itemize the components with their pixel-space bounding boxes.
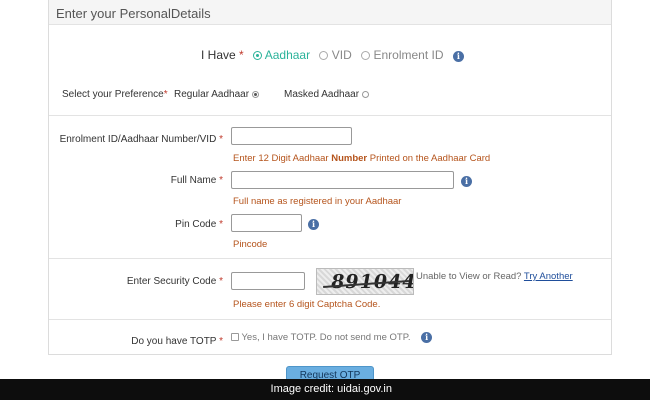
radio-masked-aadhaar[interactable] <box>361 90 369 98</box>
panel-title: Enter your PersonalDetails <box>56 6 211 21</box>
required-mark: * <box>163 89 168 100</box>
panel-header: Enter your PersonalDetails <box>49 0 611 25</box>
totp-checkbox[interactable] <box>231 333 239 342</box>
id-hint-bold: Number <box>331 153 368 164</box>
option-regular-aadhaar[interactable]: Regular Aadhaar <box>174 89 259 100</box>
totp-label: Do you have TOTP <box>131 336 217 347</box>
info-icon[interactable]: i <box>421 332 433 343</box>
option-vid-label[interactable]: VID <box>332 48 352 62</box>
pin-code-hint: Pincode <box>233 239 268 250</box>
option-masked-aadhaar[interactable]: Masked Aadhaar <box>284 89 369 100</box>
option-regular-aadhaar-label[interactable]: Regular Aadhaar <box>174 89 249 100</box>
full-name-label-row: Full Name * <box>49 175 223 186</box>
option-aadhaar-label[interactable]: Aadhaar <box>265 48 310 62</box>
totp-checkbox-label[interactable]: Yes, I have TOTP. Do not send me OTP. <box>241 332 410 343</box>
pin-code-input[interactable] <box>231 214 302 232</box>
required-mark: * <box>219 276 223 287</box>
id-field-hint: Enter 12 Digit Aadhaar Number Printed on… <box>233 153 490 164</box>
option-vid[interactable]: VID <box>319 48 355 62</box>
captcha-help: Unable to View or Read? Try Another <box>416 271 573 282</box>
required-mark: * <box>219 219 223 230</box>
security-code-hint: Please enter 6 digit Captcha Code. <box>233 299 381 310</box>
required-mark: * <box>219 175 223 186</box>
image-credit-bar: Image credit: uidai.gov.in <box>0 379 650 400</box>
captcha-image: 891044 <box>316 268 414 295</box>
divider <box>49 115 611 116</box>
id-hint-text: Enter 12 Digit Aadhaar <box>233 153 332 164</box>
radio-aadhaar[interactable] <box>253 51 263 61</box>
required-mark: * <box>239 48 244 62</box>
option-aadhaar[interactable]: Aadhaar <box>253 48 313 62</box>
radio-enrolment-id[interactable] <box>361 51 371 61</box>
security-code-label-row: Enter Security Code * <box>49 276 223 287</box>
image-credit: Image credit: uidai.gov.in <box>270 383 392 395</box>
preference-row: Select your Preference* <box>62 89 168 100</box>
i-have-row: I Have * Aadhaar VID Enrolment ID i <box>201 48 464 62</box>
pin-code-label-row: Pin Code * <box>49 219 223 230</box>
option-enrolment-id-label[interactable]: Enrolment ID <box>373 48 443 62</box>
security-code-input[interactable] <box>231 272 305 290</box>
unable-text: Unable to View or Read? <box>416 271 522 282</box>
divider <box>49 319 611 320</box>
info-icon[interactable]: i <box>461 176 472 187</box>
id-field-label-row: Enrolment ID/Aadhaar Number/VID * <box>49 134 223 145</box>
option-masked-aadhaar-label[interactable]: Masked Aadhaar <box>284 89 359 100</box>
divider <box>49 258 611 259</box>
security-code-label: Enter Security Code <box>126 276 217 287</box>
id-hint-text-end: Printed on the Aadhaar Card <box>367 153 491 164</box>
radio-regular-aadhaar[interactable] <box>251 90 259 98</box>
personal-details-panel: Enter your PersonalDetails I Have * Aadh… <box>48 0 612 355</box>
full-name-label: Full Name <box>170 175 217 186</box>
totp-label-row: Do you have TOTP * <box>49 336 223 347</box>
required-mark: * <box>219 336 223 347</box>
full-name-hint: Full name as registered in your Aadhaar <box>233 196 402 207</box>
i-have-label: I Have <box>201 48 236 62</box>
try-another-link[interactable]: Try Another <box>524 271 573 282</box>
id-field-label: Enrolment ID/Aadhaar Number/VID <box>59 134 217 145</box>
info-icon[interactable]: i <box>452 51 464 62</box>
preference-label: Select your Preference <box>62 89 164 100</box>
pin-code-label: Pin Code <box>175 219 217 230</box>
info-icon[interactable]: i <box>308 219 319 230</box>
aadhaar-number-input[interactable] <box>231 127 352 145</box>
totp-checkbox-row[interactable]: Yes, I have TOTP. Do not send me OTP. i <box>231 332 433 343</box>
radio-vid[interactable] <box>319 51 329 61</box>
full-name-input[interactable] <box>231 171 454 189</box>
required-mark: * <box>219 134 223 145</box>
option-enrolment-id[interactable]: Enrolment ID <box>361 48 447 62</box>
